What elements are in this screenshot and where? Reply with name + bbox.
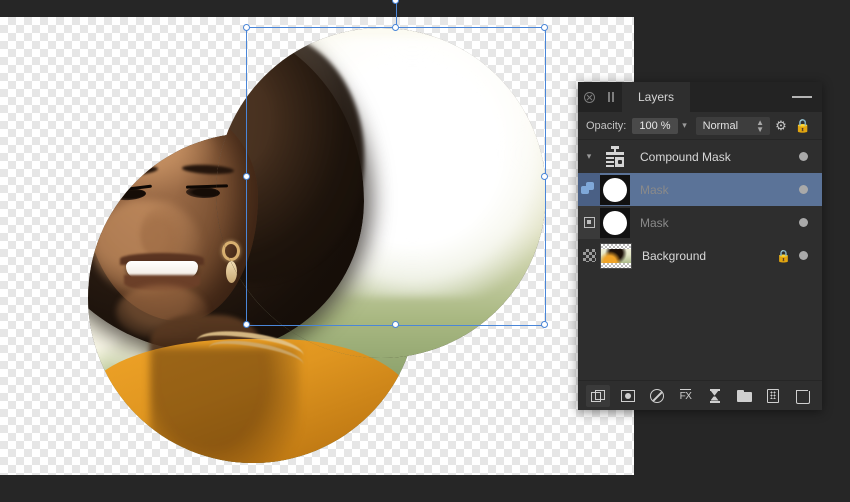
layer-name: Mask: [640, 182, 669, 197]
tab-layers-label: Layers: [638, 90, 675, 104]
photo-earring-right: [222, 241, 240, 261]
disclosure-toggle[interactable]: ▾: [578, 140, 600, 173]
portrait-photo-a: [216, 28, 546, 358]
layer-row-mask-1[interactable]: Mask: [578, 173, 822, 206]
toolbar-right-group[interactable]: [732, 385, 814, 407]
panel-titlebar[interactable]: Layers: [578, 82, 822, 112]
visibility-toggle[interactable]: [799, 185, 808, 194]
chevron-down-icon: ▾: [586, 151, 592, 161]
duplicate-icon[interactable]: [761, 385, 785, 407]
tab-layers[interactable]: Layers: [622, 82, 691, 112]
mask-icon[interactable]: [616, 385, 640, 407]
layer-list[interactable]: ▾ Compound Mask Mask Mask Background 🔒: [578, 140, 822, 380]
layer-name: Compound Mask: [640, 149, 731, 164]
stepper-icon: ▲ ▼: [756, 117, 764, 134]
layer-name: Mask: [640, 215, 669, 230]
row-controls[interactable]: [799, 185, 822, 194]
fx-icon[interactable]: FX: [674, 385, 698, 407]
document-canvas[interactable]: [0, 17, 634, 475]
link-compound-icon[interactable]: [578, 173, 600, 206]
layer-row-background[interactable]: Background 🔒: [578, 239, 822, 272]
layer-thumbnail[interactable]: [600, 207, 630, 238]
blend-mode-select[interactable]: Normal ▲ ▼: [695, 116, 770, 135]
adjustment-icon[interactable]: [645, 385, 669, 407]
opacity-label: Opacity:: [586, 119, 627, 132]
transparency-grid-icon: [578, 239, 600, 272]
hamburger-menu-icon[interactable]: [792, 82, 813, 112]
toolbar-middle-group[interactable]: FX: [616, 385, 727, 407]
blend-mode-value: Normal: [702, 119, 739, 132]
visibility-toggle[interactable]: [799, 218, 808, 227]
visibility-toggle[interactable]: [799, 251, 808, 260]
layer-thumbnail[interactable]: [600, 174, 630, 205]
layer-stack-icon[interactable]: [586, 384, 610, 407]
photo-earring-drop-right: [226, 261, 237, 283]
photo-editor-window: Layers Opacity: 100 % ▾ Normal ▲▼ ⚙ 🔒 ▾: [0, 0, 850, 502]
layers-panel[interactable]: Layers Opacity: 100 % ▾ Normal ▲▼ ⚙ 🔒 ▾: [578, 82, 822, 410]
close-icon[interactable]: [578, 82, 600, 112]
chevron-down-icon[interactable]: ▾: [678, 120, 692, 131]
folder-icon[interactable]: [732, 385, 756, 407]
row-controls[interactable]: [799, 152, 822, 161]
collapse-icon[interactable]: [600, 82, 622, 112]
row-controls[interactable]: [799, 218, 822, 227]
canvas-top-strip: [0, 0, 850, 17]
mask-circle-upper: [216, 28, 546, 358]
layer-name: Background: [642, 248, 707, 263]
trash-icon[interactable]: [790, 385, 814, 407]
artwork-composite: [0, 17, 634, 475]
layer-row-compound-mask[interactable]: ▾ Compound Mask: [578, 140, 822, 173]
live-filter-icon[interactable]: [703, 385, 727, 407]
gear-icon[interactable]: ⚙: [770, 118, 792, 134]
opacity-input[interactable]: 100 %: [632, 117, 678, 134]
lock-icon[interactable]: 🔒: [776, 250, 791, 262]
layers-panel-toolbar[interactable]: FX: [578, 380, 822, 410]
layer-thumbnail-photo[interactable]: [600, 242, 632, 269]
layer-row-mask-2[interactable]: Mask: [578, 206, 822, 239]
compound-mask-icon: [600, 141, 630, 172]
row-controls[interactable]: 🔒: [776, 250, 822, 262]
visibility-toggle[interactable]: [799, 152, 808, 161]
lock-icon[interactable]: 🔒: [792, 118, 814, 134]
opacity-blend-bar[interactable]: Opacity: 100 % ▾ Normal ▲ ▼ ⚙ 🔒: [578, 112, 822, 140]
square-mask-icon[interactable]: [578, 206, 600, 239]
